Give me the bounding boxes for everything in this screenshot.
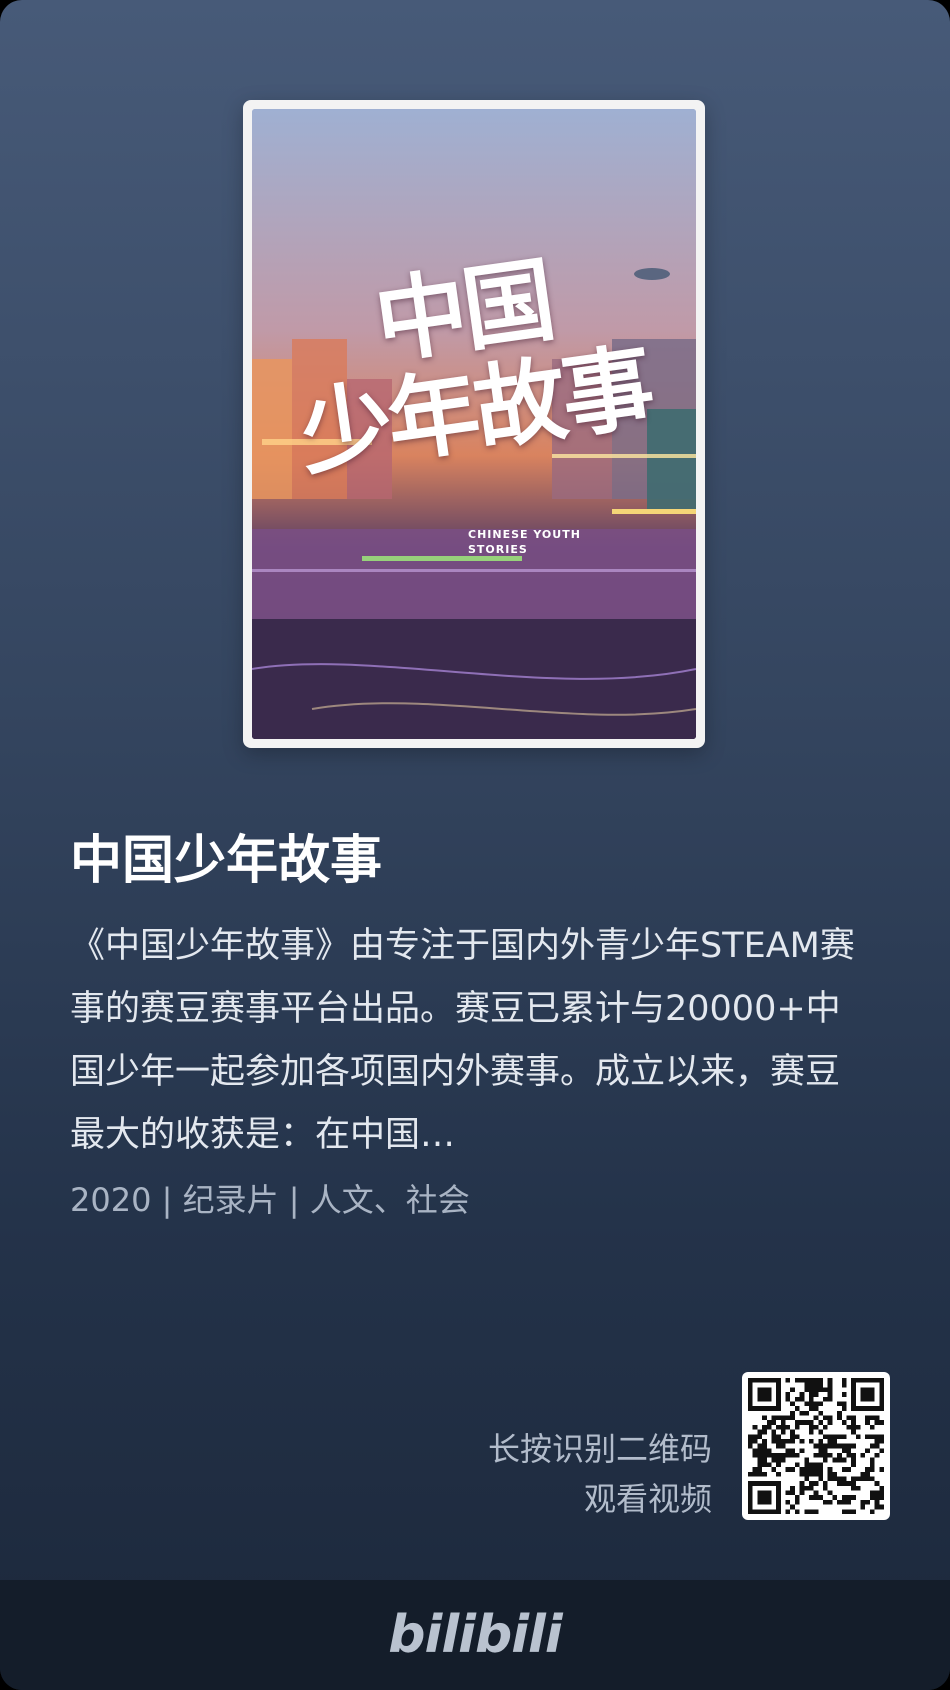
share-card: 中国 少年故事 CHINESE YOUTH STORIES 中国少年故事 《中国… bbox=[0, 0, 950, 1690]
show-description: 《中国少年故事》由专注于国内外青少年STEAM赛事的赛豆赛事平台出品。赛豆已累计… bbox=[70, 926, 855, 1155]
qr-code-icon bbox=[748, 1378, 884, 1514]
poster-image: 中国 少年故事 CHINESE YOUTH STORIES bbox=[252, 109, 696, 739]
qr-hint-line2: 观看视频 bbox=[583, 1480, 712, 1518]
bilibili-logo: bilibili bbox=[388, 1605, 562, 1665]
qr-hint: 长按识别二维码 观看视频 bbox=[488, 1424, 712, 1524]
show-meta: 2020 | 纪录片 | 人文、社会 bbox=[70, 1181, 470, 1219]
poster-frame[interactable]: 中国 少年故事 CHINESE YOUTH STORIES bbox=[243, 100, 705, 748]
poster-title-english: CHINESE YOUTH STORIES bbox=[468, 528, 581, 556]
qr-code[interactable] bbox=[742, 1372, 890, 1520]
qr-hint-line1: 长按识别二维码 bbox=[487, 1430, 712, 1468]
footer: bilibili bbox=[0, 1580, 950, 1690]
show-title: 中国少年故事 bbox=[70, 831, 383, 891]
